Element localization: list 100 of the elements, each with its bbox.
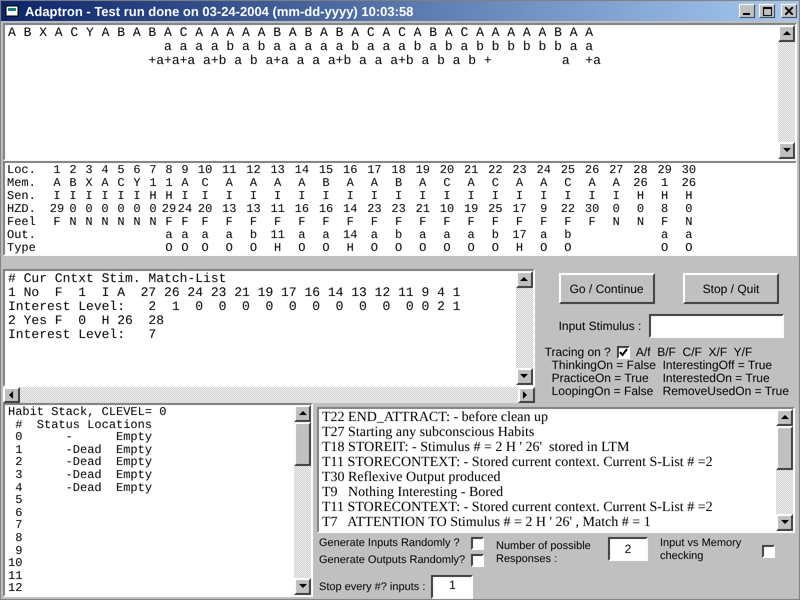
checkbox[interactable] <box>471 554 484 567</box>
table-cell-text: F <box>273 216 282 229</box>
table-cell-text: a <box>370 229 379 242</box>
table-cell-text: 27 <box>608 164 624 177</box>
match-list-text-area[interactable]: # Cur Cntxt Stim. Match-List 1 No F 1 I A 27 26 24 23 21 19 17 16 14 13 12 11 9 4 1 Interest Level: 2 1 0 0 0 0 0 0 0 0 0 0 0 2 1 2 Yes F 0 H 26 28 Interest Level: 7 <box>3 269 535 387</box>
input-field[interactable]: 2 <box>608 537 648 561</box>
table-cell-text: F <box>490 216 500 229</box>
table-cell-text: 1 <box>164 177 174 190</box>
close-button[interactable] <box>781 4 797 18</box>
field-label: Input Stimulus : <box>558 320 642 332</box>
table-cell-text: 16 <box>342 164 358 177</box>
table-cell-text: 18 <box>390 164 407 177</box>
table-cell-text: A <box>224 177 234 190</box>
table-cell-text: F <box>370 216 379 229</box>
table-cell-text: A <box>273 177 282 190</box>
checkbox[interactable] <box>616 346 630 359</box>
table-cell-text: N <box>612 216 621 229</box>
table-cell-text: 0 <box>116 203 126 216</box>
table-cell-text: 20 <box>196 203 214 216</box>
match-line: Interest Level: 2 1 0 0 0 0 0 0 0 0 0 0 0 2 1 <box>8 300 462 314</box>
table-cell-text: A <box>52 177 62 190</box>
scrollbar-thumb[interactable] <box>776 426 793 470</box>
table-cell-text: 22 <box>560 203 576 216</box>
table-cell-text: F <box>180 216 190 229</box>
log-line: T11 STORECONTEXT: - Stored current context. Current S-List # =2 <box>322 455 714 470</box>
match-line: 2 Yes F 0 H 26 28 <box>8 314 166 328</box>
table-cell-text: a <box>660 229 670 242</box>
table-cell-text: a <box>321 229 331 242</box>
table-cell-text: F <box>442 216 452 229</box>
table-cell-text: H <box>148 190 158 203</box>
table-cell-text: a <box>164 229 174 242</box>
table-cell-text: O <box>539 242 548 255</box>
input-field[interactable]: 1 <box>431 575 474 599</box>
table-cell-text: I <box>346 190 355 203</box>
table-cell: 29 <box>49 203 65 216</box>
table-cell-text: b <box>563 229 572 242</box>
table-cell-text: 29 <box>656 164 673 177</box>
table-cell-text: 9 <box>539 203 548 216</box>
scrollbar-thumb[interactable] <box>294 422 311 466</box>
input-field[interactable] <box>649 314 784 338</box>
log-line: T22 END_ATTRACT: - before clean up <box>322 410 549 425</box>
vertical-scrollbar[interactable] <box>776 409 793 531</box>
table-cell-text: 26 <box>584 164 600 177</box>
field-label: Number of possible Responses : <box>496 540 592 566</box>
table-cell: 29 <box>161 203 177 216</box>
table-cell-text: H <box>346 242 355 255</box>
table-cell-text: C <box>116 177 126 190</box>
horizontal-scrollbar[interactable] <box>3 387 535 403</box>
checkbox[interactable] <box>762 545 775 558</box>
flag-status: ThinkingOn = False <box>552 359 657 372</box>
table-cell-text: 26 <box>632 177 649 190</box>
vertical-scrollbar[interactable] <box>516 271 533 385</box>
go-button[interactable]: Go / Continue <box>558 273 655 304</box>
row-label: Type <box>7 242 37 255</box>
app-icon <box>5 4 21 18</box>
vertical-scrollbar[interactable] <box>778 25 795 159</box>
table-cell-text: B <box>394 177 404 190</box>
habit-line: 9 <box>14 544 24 558</box>
table-cell-text: I <box>418 190 428 203</box>
row-label: Loc. <box>7 164 37 177</box>
habit-line: Habit Stack, CLEVEL= 0 <box>8 406 168 419</box>
habit-line: 12 <box>8 582 24 595</box>
table-cell-text: I <box>224 190 234 203</box>
checkbox[interactable] <box>471 537 484 550</box>
table-cell-text: A <box>346 177 355 190</box>
table-cell-text: 7 <box>148 164 158 177</box>
table-cell-text: 8 <box>660 203 670 216</box>
habit-stack-text-area[interactable]: Habit Stack, CLEVEL= 0 # Status Locations 0 - Empty 1 -Dead Empty 2 -Dead Empty 3 -Dead Empty 4 -Dead Empty 5 6 7 8 9 10 11 12 <box>3 403 313 597</box>
table-cell-text: b <box>490 229 500 242</box>
table-cell-text: a <box>539 229 548 242</box>
match-line: 1 No F 1 I A 27 26 24 23 21 19 17 16 14 13 12 11 9 4 1 <box>8 286 462 300</box>
table-cell-text: a <box>684 229 694 242</box>
flag-status: PracticeOn = True <box>552 372 650 385</box>
table-cell-text: F <box>200 216 210 229</box>
habit-line: 7 <box>14 519 24 532</box>
flag-status: RemoveUsedOn = True <box>662 385 789 398</box>
table-cell-text: 26 <box>680 177 698 190</box>
sequence-text-area[interactable]: A B X A C Y A B A B A C A A A A A B A B A B A C A C A B A C A A A A A B A A a a a a b a b a a a a a b a a a b a b a b b b b b b a a +a+a+a a+b a b a+a a a a+b a a a+b a b a b + a +a <box>3 23 797 161</box>
table-cell-text: N <box>684 216 694 229</box>
habit-line: 1 -Dead Empty <box>14 444 154 456</box>
table-cell-text: 11 <box>221 164 238 177</box>
table-cell-text: a <box>297 229 306 242</box>
table-cell-text: H <box>660 190 670 203</box>
stop-button[interactable]: Stop / Quit <box>683 273 779 304</box>
trace-log-list[interactable] <box>317 407 795 533</box>
table-cell-text: b <box>394 229 404 242</box>
maximize-button[interactable] <box>759 4 775 18</box>
table-cell-text: A <box>514 177 524 190</box>
table-cell-text: 30 <box>680 164 698 177</box>
table-cell-text: 20 <box>438 164 456 177</box>
table-cell-text: I <box>116 190 126 203</box>
table-cell-text: I <box>514 190 524 203</box>
minimize-button[interactable] <box>739 4 755 18</box>
table-cell-text: N <box>148 216 158 229</box>
habit-line: 6 <box>14 506 24 520</box>
table-cell-text: F <box>418 216 428 229</box>
table-cell-text: I <box>248 190 258 203</box>
vertical-scrollbar[interactable] <box>294 405 311 595</box>
table-cell-text: I <box>321 190 331 203</box>
table-cell-text: O <box>563 242 572 255</box>
